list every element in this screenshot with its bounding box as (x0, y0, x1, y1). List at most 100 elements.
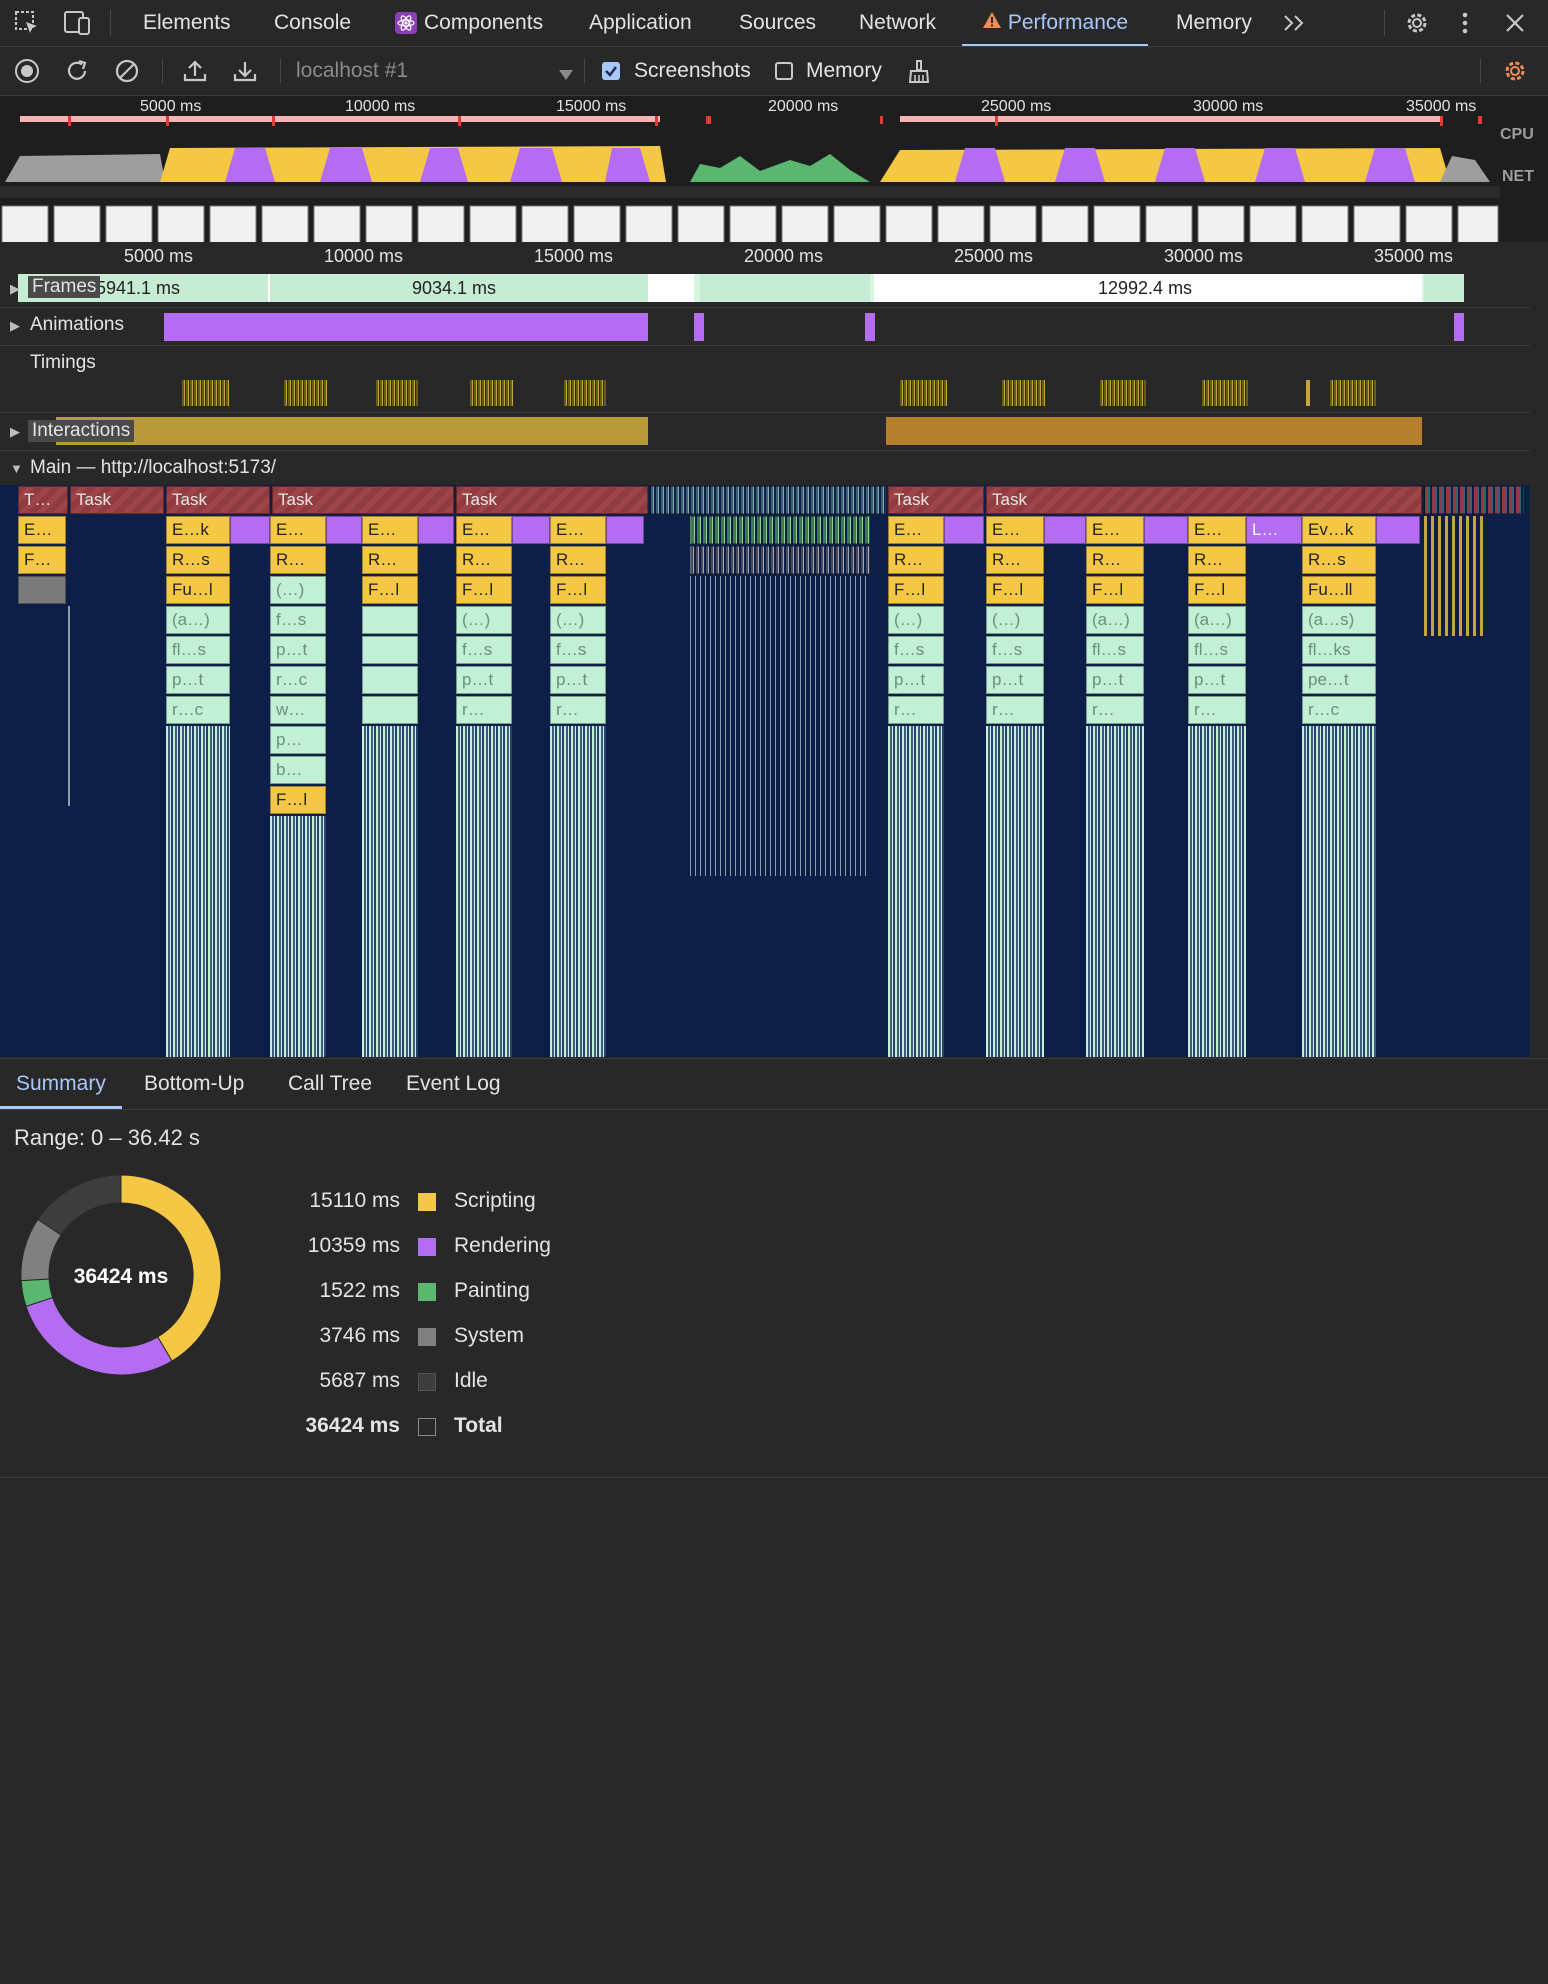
call-stack-cluster[interactable] (550, 726, 606, 1057)
function-block[interactable]: F…l (888, 576, 944, 604)
memory-checkbox[interactable] (775, 62, 793, 80)
event-block[interactable]: E… (362, 516, 418, 544)
function-block[interactable]: fl…s (166, 636, 230, 664)
layout-block[interactable]: L… (1246, 516, 1302, 544)
function-block[interactable]: r…c (166, 696, 230, 724)
interaction-bar[interactable] (56, 417, 648, 445)
reload-record-icon[interactable] (64, 58, 90, 90)
timing-marks[interactable] (284, 380, 328, 406)
function-block[interactable]: b… (270, 756, 326, 784)
clear-icon[interactable] (114, 58, 140, 90)
frame-block[interactable] (650, 274, 694, 302)
expand-caret-icon[interactable]: ▶ (10, 318, 20, 334)
render-block[interactable] (1044, 516, 1086, 544)
call-stack-cluster[interactable] (1302, 726, 1376, 1057)
timing-marks[interactable] (1306, 380, 1310, 406)
call-stack-cluster[interactable] (690, 576, 870, 876)
task-block[interactable]: Task (70, 486, 164, 514)
function-block[interactable] (362, 666, 418, 694)
interactions-track-label[interactable]: Interactions (28, 420, 135, 442)
render-block[interactable] (606, 516, 644, 544)
function-block[interactable] (362, 606, 418, 634)
tab-application[interactable]: Application (589, 0, 692, 46)
call-stack-cluster[interactable] (1424, 516, 1484, 636)
function-block[interactable]: F… (18, 546, 66, 574)
function-block[interactable]: p…t (986, 666, 1044, 694)
function-block[interactable]: w… (270, 696, 326, 724)
timing-marks[interactable] (182, 380, 230, 406)
event-block[interactable]: E… (270, 516, 326, 544)
frame-block[interactable] (700, 274, 870, 302)
frame-block[interactable] (1424, 274, 1464, 302)
function-block[interactable]: (…) (888, 606, 944, 634)
call-stack-cluster[interactable] (1086, 726, 1144, 1057)
render-block[interactable] (230, 516, 270, 544)
capture-settings-gear-icon[interactable] (1502, 58, 1528, 90)
tab-performance[interactable]: Performance (962, 0, 1149, 46)
function-block[interactable]: p…t (270, 636, 326, 664)
function-block[interactable]: (a…) (1188, 606, 1246, 634)
dropdown-arrow-icon[interactable] (558, 64, 574, 87)
more-options-icon[interactable] (1460, 10, 1470, 42)
more-tabs-icon[interactable] (1282, 12, 1308, 40)
function-block[interactable]: p…t (166, 666, 230, 694)
paint-cluster[interactable] (690, 516, 870, 544)
call-stack-cluster[interactable] (362, 726, 418, 1057)
function-block[interactable]: R… (1188, 546, 1246, 574)
tab-bottom-up[interactable]: Bottom-Up (144, 1059, 244, 1109)
function-block[interactable]: (…) (550, 606, 606, 634)
function-block[interactable]: p…t (888, 666, 944, 694)
tab-console[interactable]: Console (274, 0, 351, 46)
function-block[interactable]: f…s (888, 636, 944, 664)
device-toolbar-icon[interactable] (64, 10, 92, 42)
call-stack-cluster[interactable] (986, 726, 1044, 1057)
timing-marks[interactable] (1202, 380, 1248, 406)
tab-memory[interactable]: Memory (1176, 0, 1252, 46)
tab-network[interactable]: Network (859, 0, 936, 46)
function-block[interactable]: r… (1086, 696, 1144, 724)
function-block[interactable]: F…l (456, 576, 512, 604)
event-block[interactable]: E…k (166, 516, 230, 544)
close-devtools-icon[interactable] (1504, 12, 1526, 40)
task-cluster[interactable] (1424, 486, 1524, 514)
function-block[interactable]: r… (986, 696, 1044, 724)
settings-gear-icon[interactable] (1404, 10, 1430, 42)
function-block[interactable]: fl…ks (1302, 636, 1376, 664)
tab-call-tree[interactable]: Call Tree (288, 1059, 372, 1109)
tab-summary[interactable]: Summary (0, 1059, 122, 1109)
function-block[interactable]: p…t (456, 666, 512, 694)
system-block[interactable] (18, 576, 66, 604)
call-stack-cluster[interactable] (456, 726, 512, 1057)
target-select[interactable]: localhost #1 (296, 47, 408, 95)
function-block[interactable]: Fu…ll (1302, 576, 1376, 604)
function-block[interactable]: (a…s) (1302, 606, 1376, 634)
function-block[interactable]: R…s (1302, 546, 1376, 574)
function-block[interactable]: pe…t (1302, 666, 1376, 694)
collect-garbage-icon[interactable] (906, 59, 932, 91)
main-thread-flame-chart[interactable]: T… Task Task Task Task Task Task E… E…k … (0, 485, 1530, 1057)
function-block[interactable]: R… (888, 546, 944, 574)
timeline-overview[interactable]: 5000 ms 10000 ms 15000 ms 20000 ms 25000… (0, 96, 1548, 242)
function-block[interactable]: R… (270, 546, 326, 574)
function-block[interactable]: R… (550, 546, 606, 574)
function-block[interactable]: r… (1188, 696, 1246, 724)
expand-caret-icon[interactable]: ▶ (10, 424, 20, 440)
animation-bar[interactable] (164, 313, 648, 341)
main-thread-track-label[interactable]: Main — http://localhost:5173/ (30, 457, 276, 479)
function-block[interactable]: f…s (270, 606, 326, 634)
task-block[interactable]: T… (18, 486, 68, 514)
function-block[interactable]: r… (456, 696, 512, 724)
task-cluster[interactable] (650, 486, 886, 514)
function-block[interactable]: F…l (986, 576, 1044, 604)
timing-marks[interactable] (1002, 380, 1046, 406)
timing-marks[interactable] (470, 380, 514, 406)
function-block[interactable]: r… (550, 696, 606, 724)
function-block[interactable]: (a…) (166, 606, 230, 634)
function-block[interactable]: f…s (456, 636, 512, 664)
function-block[interactable]: R… (362, 546, 418, 574)
call-stack-cluster[interactable] (1188, 726, 1246, 1057)
render-block[interactable] (1144, 516, 1188, 544)
call-stack-cluster[interactable] (166, 726, 230, 1057)
function-block[interactable] (362, 696, 418, 724)
tab-components[interactable]: Components (424, 0, 543, 46)
